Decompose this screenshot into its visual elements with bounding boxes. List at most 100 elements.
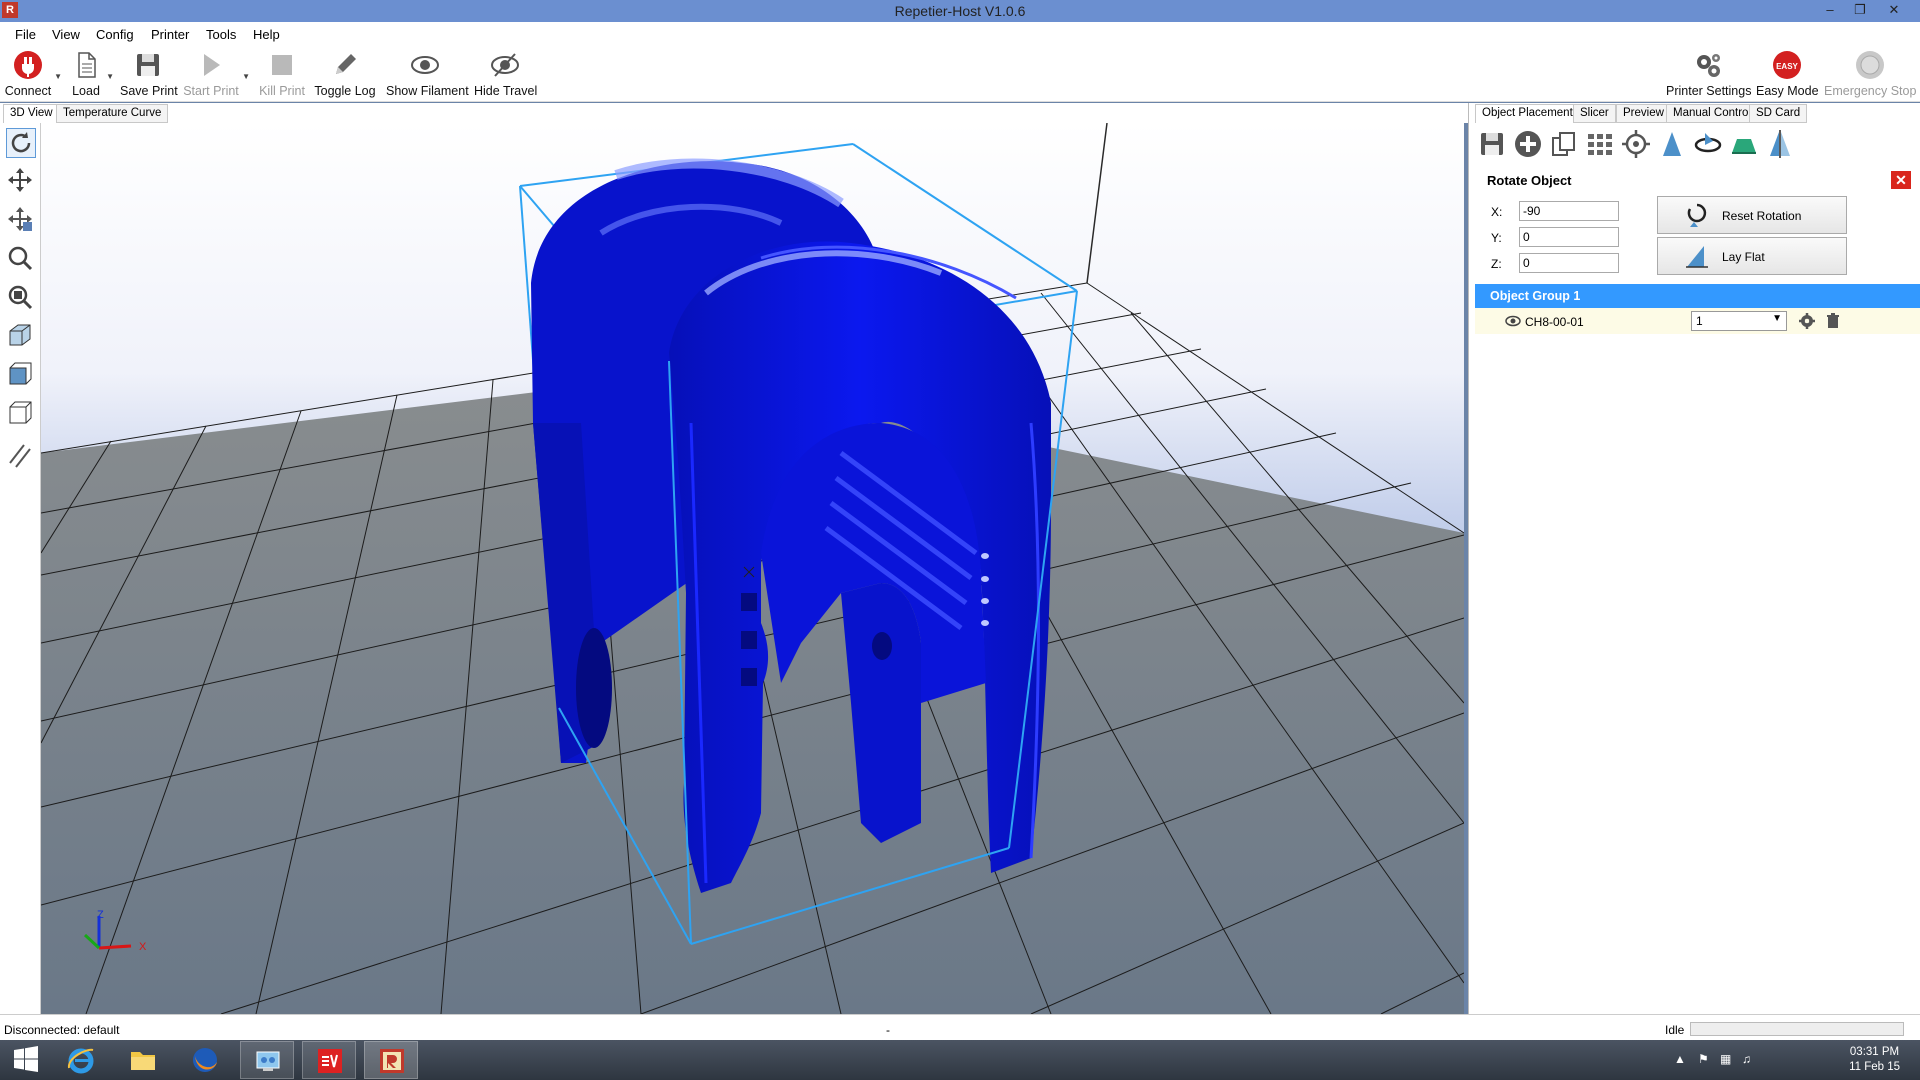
emergency-stop-button[interactable]: Emergency Stop [1824, 50, 1916, 100]
object-toolbar [1475, 127, 1915, 163]
main-toolbar: Connect ▼ Load ▼ Save Print Start Print … [0, 46, 1920, 102]
taskbar-file-explorer[interactable] [116, 1041, 170, 1079]
parallel-projection-button[interactable] [6, 441, 36, 471]
restore-button[interactable]: ❐ [1846, 0, 1874, 20]
minimize-button[interactable]: – [1816, 0, 1844, 20]
hide-travel-button[interactable]: Hide Travel [474, 50, 537, 100]
flag-icon[interactable]: ⚑ [1698, 1052, 1709, 1066]
move-object-button[interactable] [6, 205, 36, 235]
cube-front-icon [9, 362, 32, 385]
taskbar-solidworks[interactable] [302, 1041, 356, 1079]
menu-file[interactable]: File [15, 27, 36, 42]
fit-view-button[interactable] [6, 283, 36, 313]
toggle-log-button[interactable]: Toggle Log [314, 50, 376, 100]
tab-3d-view[interactable]: 3D View [3, 104, 60, 123]
rotate-object-title: Rotate Object [1487, 173, 1572, 188]
clock-time: 03:31 PM [1849, 1046, 1900, 1058]
windows-logo-icon [14, 1046, 38, 1072]
plug-icon [14, 51, 42, 79]
tab-sd-card[interactable]: SD Card [1749, 104, 1808, 123]
menu-tools[interactable]: Tools [206, 27, 236, 42]
menu-printer[interactable]: Printer [151, 27, 189, 42]
pencil-icon [336, 54, 356, 74]
printer-settings-button[interactable]: Printer Settings [1666, 50, 1751, 100]
gears-icon [1697, 54, 1720, 77]
menu-config[interactable]: Config [96, 27, 134, 42]
tab-manual-control[interactable]: Manual Control [1666, 104, 1758, 123]
load-dropdown-icon[interactable]: ▼ [106, 72, 114, 81]
tab-object-placement[interactable]: Object Placement [1475, 104, 1580, 123]
cube-top-icon [9, 401, 32, 424]
folder-icon [131, 1052, 155, 1070]
object-group-row[interactable]: Object Group 1 [1475, 284, 1920, 308]
rotate-y-input[interactable] [1519, 227, 1619, 247]
rotate-object-icon[interactable] [1693, 129, 1723, 159]
tab-temperature-curve[interactable]: Temperature Curve [56, 104, 169, 123]
tray-expand-icon[interactable]: ▲ [1674, 1052, 1686, 1066]
cut-object-icon[interactable] [1729, 129, 1759, 159]
reset-rotation-button[interactable]: Reset Rotation [1657, 196, 1847, 234]
gear-icon[interactable] [1799, 313, 1815, 329]
start-print-button[interactable]: Start Print ▼ [182, 50, 250, 100]
autoposition-icon[interactable] [1585, 129, 1615, 159]
firefox-icon [193, 1048, 217, 1072]
taskbar-firefox[interactable] [178, 1041, 232, 1079]
menu-view[interactable]: View [52, 27, 80, 42]
rotate-x-input[interactable] [1519, 201, 1619, 221]
tab-slicer[interactable]: Slicer [1573, 104, 1616, 123]
network-icon[interactable]: ▦ [1720, 1052, 1731, 1066]
3d-viewport[interactable]: Z X [41, 123, 1464, 1014]
taskbar-internet-explorer[interactable] [54, 1041, 108, 1079]
rotate-z-input[interactable] [1519, 253, 1619, 273]
repetier-icon [380, 1049, 404, 1073]
center-object-icon[interactable] [1621, 129, 1651, 159]
copies-select[interactable]: 1 ▼ [1691, 311, 1787, 331]
start-button[interactable] [0, 1041, 54, 1079]
menu-bar: File View Config Printer Tools Help [0, 22, 1920, 46]
kill-print-button[interactable]: Kill Print [258, 50, 306, 100]
zoom-button[interactable] [6, 244, 36, 274]
rotate-y-label: Y: [1491, 231, 1502, 245]
repetier-host-window: R Repetier-Host V1.0.6 – ❐ ✕ File View C… [0, 0, 1920, 1080]
taskbar-repetier-host[interactable] [364, 1041, 418, 1079]
emergency-stop-icon [1856, 51, 1884, 79]
trash-icon[interactable] [1825, 313, 1841, 329]
rotate-icon [11, 132, 31, 153]
lay-flat-button[interactable]: Lay Flat [1657, 237, 1847, 275]
isometric-view-button[interactable] [6, 321, 36, 351]
clock[interactable]: 03:31 PM 11 Feb 15 [1849, 1045, 1900, 1075]
front-view-button[interactable] [6, 360, 36, 390]
connect-dropdown-icon[interactable]: ▼ [54, 72, 62, 81]
taskbar-control-panel[interactable] [240, 1041, 294, 1079]
rotate-view-button[interactable] [6, 128, 36, 158]
connect-button[interactable]: Connect ▼ [4, 50, 62, 100]
easy-mode-button[interactable]: EASY Easy Mode [1756, 50, 1819, 100]
move-view-button[interactable] [6, 166, 36, 196]
copy-object-icon[interactable] [1549, 129, 1579, 159]
show-filament-button[interactable]: Show Filament [386, 50, 469, 100]
mirror-object-icon[interactable] [1765, 129, 1795, 159]
tab-preview[interactable]: Preview [1616, 104, 1671, 123]
visibility-eye-icon[interactable] [1505, 314, 1521, 328]
add-object-icon[interactable] [1513, 129, 1543, 159]
play-icon [204, 54, 220, 76]
eye-slash-icon [491, 53, 519, 77]
menu-help[interactable]: Help [253, 27, 280, 42]
scale-object-icon[interactable] [1657, 129, 1687, 159]
start-print-dropdown-icon[interactable]: ▼ [242, 72, 250, 81]
object-name: CH8-00-01 [1525, 315, 1584, 329]
top-view-button[interactable] [6, 399, 36, 429]
solidworks-icon [318, 1049, 342, 1073]
close-button[interactable]: ✕ [1880, 0, 1908, 20]
system-tray: ▲ ⚑ ▦ ♫ 03:31 PM 11 Feb 15 [1660, 1040, 1920, 1080]
right-tabs: Object Placement Slicer Preview Manual C… [1475, 103, 1915, 123]
rotate-object-panel: Rotate Object ✕ X: Y: Z: Reset Rotation … [1475, 165, 1915, 385]
load-button[interactable]: Load ▼ [68, 50, 114, 100]
close-rotate-panel-button[interactable]: ✕ [1891, 171, 1911, 189]
save-print-button[interactable]: Save Print [120, 50, 178, 100]
object-list-item[interactable]: CH8-00-01 1 ▼ [1475, 308, 1920, 334]
save-object-icon[interactable] [1477, 129, 1507, 159]
volume-icon[interactable]: ♫ [1742, 1052, 1751, 1066]
parallel-lines-icon [9, 444, 31, 468]
clock-date: 11 Feb 15 [1849, 1061, 1900, 1073]
